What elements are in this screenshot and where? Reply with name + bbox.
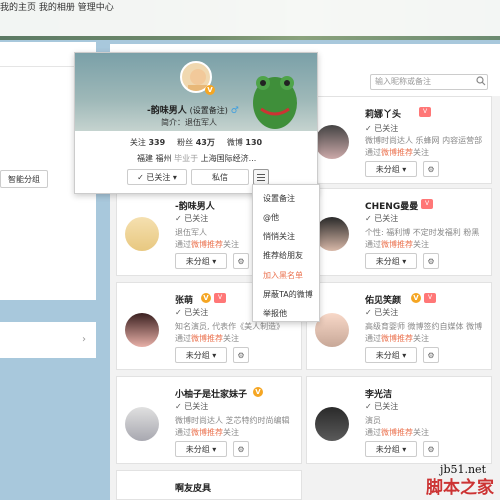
menu-item-block-weibo[interactable]: 屏蔽TA的微博 <box>263 289 313 300</box>
user-card: 佑见笑颜 V V ✓ 已关注 高级育婴师 微博签约自媒体 微博 通过微博推荐关注… <box>306 282 492 370</box>
nav-album[interactable]: 我的相册 <box>39 3 75 13</box>
user-card: 小柚子是壮家妹子 V ✓ 已关注 微博时尚达人 芝芯特约时尚编辑 通过微博推荐关… <box>116 376 302 464</box>
fans-stat[interactable]: 粉丝 43万 <box>177 137 215 149</box>
gear-icon[interactable]: ⚙ <box>423 161 439 177</box>
verified-badge-icon: V <box>201 293 211 303</box>
smart-group-button[interactable]: 智能分组 <box>0 170 48 188</box>
user-name[interactable]: 张萌 <box>175 293 193 306</box>
group-select-button[interactable]: 未分组 ▾ <box>365 253 417 269</box>
more-dropdown-menu: 设置备注 @他 悄悄关注 推荐给朋友 加入黑名单 屏蔽TA的微博 举报他 <box>252 184 320 322</box>
verified-badge-icon: V <box>205 85 215 95</box>
followed-status: ✓ 已关注 <box>365 124 399 133</box>
message-button[interactable]: 私信 <box>191 169 249 185</box>
left-sidebar-section[interactable]: › <box>0 322 96 358</box>
vip-badge-icon: V <box>419 107 431 117</box>
followed-status: ✓ 已关注 <box>365 308 399 317</box>
nav-admin[interactable]: 管理中心 <box>78 3 114 13</box>
menu-item-blacklist[interactable]: 加入黑名单 <box>263 270 303 281</box>
weibo-stat[interactable]: 微博 130 <box>227 137 262 149</box>
group-select-button[interactable]: 未分组 ▾ <box>365 161 417 177</box>
followed-status: ✓ 已关注 <box>175 308 209 317</box>
user-description: 演员 <box>365 416 381 425</box>
top-nav: 我的主页 我的相册 管理中心 <box>0 0 500 36</box>
follow-source: 通过微博推荐关注 <box>365 240 429 249</box>
group-select-button[interactable]: 未分组 ▾ <box>365 441 417 457</box>
followed-status: ✓ 已关注 <box>175 214 209 223</box>
user-description: 微博时尚达人 芝芯特约时尚编辑 <box>175 416 290 425</box>
menu-item-set-remark[interactable]: 设置备注 <box>263 193 295 204</box>
user-name[interactable]: 小柚子是壮家妹子 <box>175 387 247 400</box>
follow-source: 通过微博推荐关注 <box>365 428 429 437</box>
gear-icon[interactable]: ⚙ <box>233 441 249 457</box>
avatar[interactable] <box>315 217 349 251</box>
user-description: 退伍军人 <box>175 228 207 237</box>
gear-icon[interactable]: ⚙ <box>233 253 249 269</box>
gear-icon[interactable]: ⚙ <box>233 347 249 363</box>
menu-item-report[interactable]: 举报他 <box>263 308 287 319</box>
follow-source: 通过微博推荐关注 <box>365 148 429 157</box>
vip-badge-icon: V <box>424 293 436 303</box>
group-select-button[interactable]: 未分组 ▾ <box>365 347 417 363</box>
avatar[interactable] <box>125 407 159 441</box>
user-name[interactable]: 佑见笑颜 <box>365 293 401 306</box>
watermark-brand: 脚本之家 <box>426 478 494 498</box>
verified-badge-icon: V <box>253 387 263 397</box>
follow-source: 通过微博推荐关注 <box>365 334 429 343</box>
vip-badge-icon: V <box>421 199 433 209</box>
profile-intro: 简介：退伍军人 <box>161 118 217 127</box>
avatar[interactable] <box>315 313 349 347</box>
follow-source: 通过微博推荐关注 <box>175 240 239 249</box>
follow-source: 通过微博推荐关注 <box>175 428 239 437</box>
user-card: CHENG曼曼 V ✓ 已关注 个性: 福利博 不定时发福利 粉黑 通过微博推荐… <box>306 188 492 276</box>
followed-status: ✓ 已关注 <box>365 402 399 411</box>
menu-item-secret-follow[interactable]: 悄悄关注 <box>263 231 295 242</box>
vip-badge-icon: V <box>214 293 226 303</box>
avatar[interactable] <box>315 125 349 159</box>
user-description: 个性: 福利博 不定时发福利 粉黑 <box>365 228 480 237</box>
avatar[interactable] <box>125 217 159 251</box>
profile-location: 福建 福州 毕业于 上海国际经济... <box>137 154 257 163</box>
menu-item-mention[interactable]: @他 <box>263 212 279 223</box>
profile-popup: V -韵味男人 (设置备注) ♂ 简介：退伍军人 关注 339 粉丝 43万 微… <box>74 52 318 194</box>
group-select-button[interactable]: 未分组 ▾ <box>175 347 227 363</box>
avatar[interactable] <box>315 407 349 441</box>
user-name[interactable]: 李光洁 <box>365 387 392 400</box>
user-card: 李光洁 ✓ 已关注 演员 通过微博推荐关注 未分组 ▾ ⚙ <box>306 376 492 464</box>
group-select-button[interactable]: 未分组 ▾ <box>175 441 227 457</box>
more-menu-icon[interactable] <box>253 169 269 185</box>
followed-status: ✓ 已关注 <box>365 214 399 223</box>
verified-badge-icon: V <box>411 293 421 303</box>
user-name[interactable]: 莉娜丫头 <box>365 107 401 120</box>
gear-icon[interactable]: ⚙ <box>423 441 439 457</box>
chevron-right-icon: › <box>82 334 86 345</box>
followed-button[interactable]: ✓ 已关注 ▾ <box>127 169 187 185</box>
user-card: 莉娜丫头 V ✓ 已关注 微博时尚达人 乐蜂网 内容运营部 通过微博推荐关注 未… <box>306 96 492 184</box>
set-remark-link[interactable]: (设置备注) <box>190 106 228 115</box>
profile-name-row: -韵味男人 (设置备注) ♂ <box>147 103 239 116</box>
avatar[interactable] <box>125 313 159 347</box>
user-description: 知名演员, 代表作《美人制造》 <box>175 322 285 331</box>
user-name[interactable]: -韵味男人 <box>175 199 215 212</box>
nav-home[interactable]: 我的主页 <box>0 3 36 13</box>
user-card: 啊友皮具 <box>116 470 302 500</box>
search-input[interactable]: 输入昵称或备注 <box>370 74 488 90</box>
profile-stats: 关注 339 粉丝 43万 微博 130 <box>75 137 317 149</box>
male-icon: ♂ <box>230 106 239 116</box>
followed-status: ✓ 已关注 <box>175 402 209 411</box>
profile-name[interactable]: -韵味男人 <box>147 106 187 116</box>
user-description: 高级育婴师 微博签约自媒体 微博 <box>365 322 483 331</box>
search-icon[interactable] <box>476 76 486 86</box>
menu-item-recommend[interactable]: 推荐给朋友 <box>263 250 303 261</box>
gear-icon[interactable]: ⚙ <box>423 253 439 269</box>
group-select-button[interactable]: 未分组 ▾ <box>175 253 227 269</box>
follow-source: 通过微博推荐关注 <box>175 334 239 343</box>
user-description: 微博时尚达人 乐蜂网 内容运营部 <box>365 136 483 145</box>
user-name[interactable]: 啊友皮具 <box>175 481 211 494</box>
user-name[interactable]: CHENG曼曼 <box>365 199 418 212</box>
gear-icon[interactable]: ⚙ <box>423 347 439 363</box>
follow-stat[interactable]: 关注 339 <box>130 137 165 149</box>
